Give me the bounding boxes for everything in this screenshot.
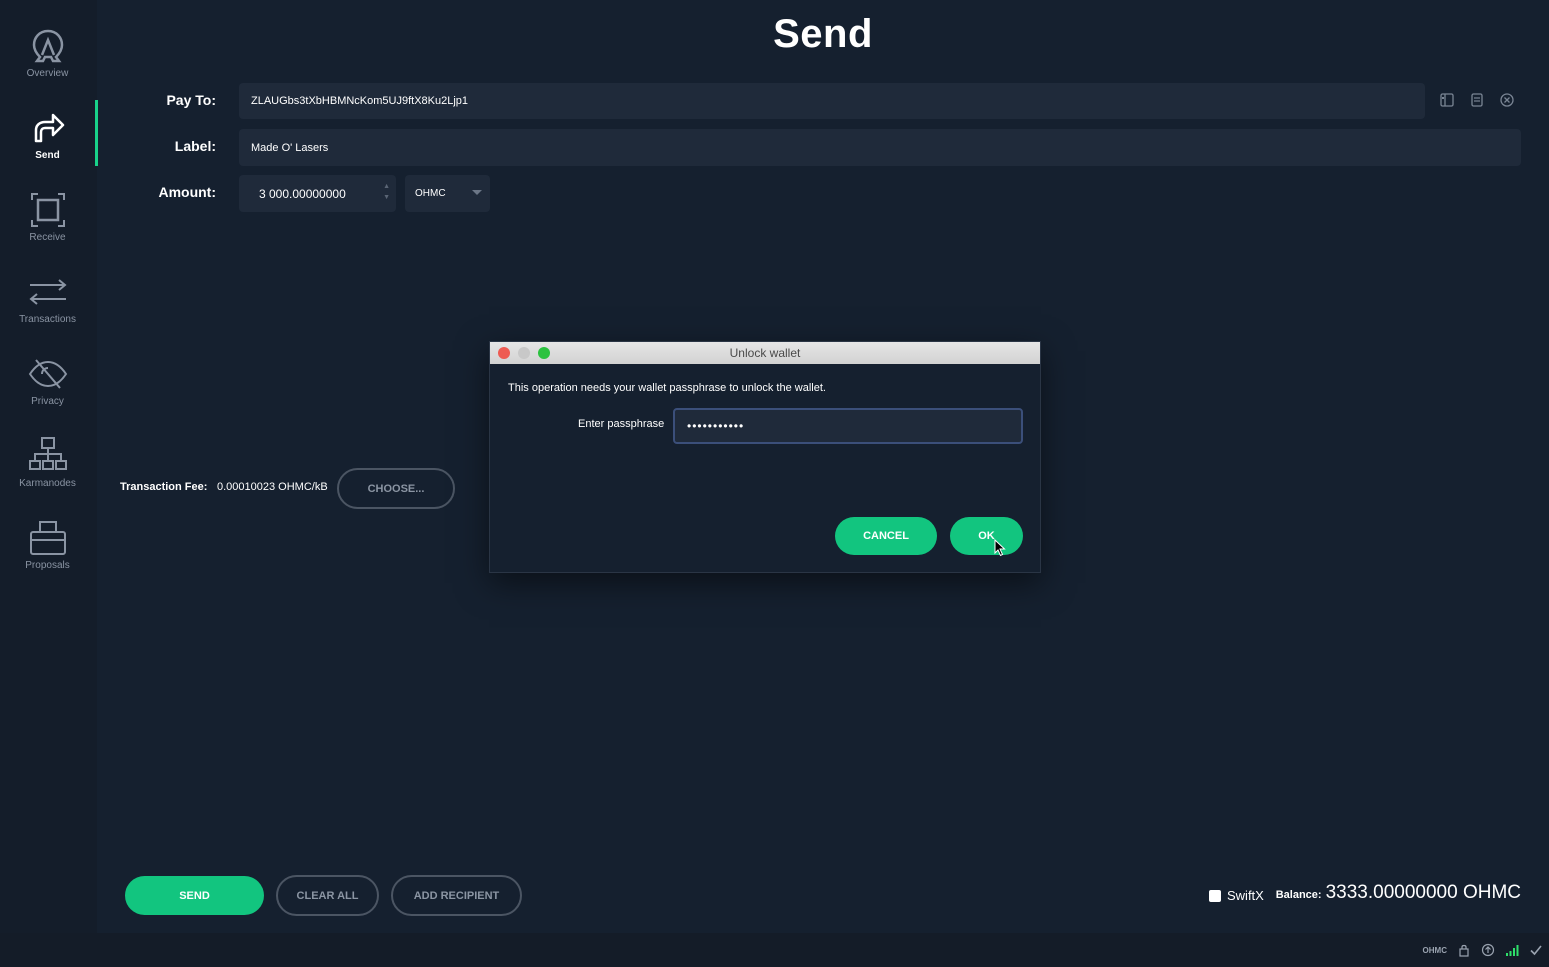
sidebar-item-transactions[interactable]: Transactions — [0, 272, 95, 352]
status-unit[interactable]: OHMC — [1423, 946, 1447, 955]
sidebar-item-label: Privacy — [31, 396, 64, 407]
chevron-down-icon — [472, 190, 482, 195]
stepper-down-icon[interactable]: ▼ — [383, 192, 390, 203]
choose-fee-button[interactable]: CHOOSE... — [337, 468, 455, 509]
amount-value: 3 000.00000000 — [259, 186, 346, 201]
sidebar-item-overview[interactable]: Overview — [0, 26, 95, 106]
sidebar-item-label: Receive — [29, 232, 66, 243]
ok-button[interactable]: OK — [950, 517, 1023, 555]
mouse-cursor-icon — [994, 539, 1006, 557]
cancel-button[interactable]: CANCEL — [835, 517, 937, 555]
receive-frame-icon — [30, 193, 65, 227]
clear-all-button[interactable]: CLEAR ALL — [276, 875, 379, 916]
balance-value: 3333.00000000 OHMC — [1325, 882, 1521, 903]
page-title: Send — [773, 12, 873, 56]
zoom-window-button[interactable] — [538, 347, 550, 359]
unlock-wallet-dialog: Unlock wallet This operation needs your … — [489, 341, 1041, 573]
window-controls — [498, 347, 550, 359]
active-indicator — [95, 100, 98, 166]
address-book-icon[interactable] — [1439, 92, 1455, 108]
label-field-label: Label: — [174, 138, 216, 154]
swiftx-label: SwiftX — [1227, 888, 1264, 903]
sync-check-icon[interactable] — [1529, 943, 1543, 957]
sidebar-item-label: Send — [35, 150, 60, 161]
logo-icon — [32, 29, 63, 63]
network-tree-icon — [28, 437, 67, 470]
sidebar-item-label: Transactions — [19, 314, 76, 325]
unit-value: OHMC — [415, 188, 446, 199]
eye-slash-icon — [28, 359, 67, 389]
sidebar-item-karmanodes[interactable]: Karmanodes — [0, 436, 95, 516]
amount-label: Amount: — [158, 184, 216, 200]
sidebar-item-privacy[interactable]: Privacy — [0, 354, 95, 434]
add-recipient-button[interactable]: ADD RECIPIENT — [391, 875, 522, 916]
send-button[interactable]: SEND — [125, 876, 264, 915]
sidebar-item-label: Proposals — [25, 560, 70, 571]
balance-label: Balance: — [1275, 889, 1322, 901]
unit-select[interactable]: OHMC — [405, 175, 490, 212]
sidebar-item-receive[interactable]: Receive — [0, 190, 95, 270]
sidebar-item-proposals[interactable]: Proposals — [0, 518, 95, 598]
staking-icon[interactable] — [1481, 943, 1495, 957]
swiftx-checkbox[interactable] — [1209, 889, 1221, 902]
dialog-message: This operation needs your wallet passphr… — [508, 382, 826, 394]
status-icons: OHMC — [1423, 943, 1543, 957]
signal-icon[interactable] — [1505, 943, 1519, 957]
dialog-titlebar[interactable]: Unlock wallet — [490, 342, 1040, 364]
sidebar-item-send[interactable]: Send — [0, 108, 95, 188]
minimize-window-button[interactable] — [518, 347, 530, 359]
label-value: Made O' Lasers — [251, 141, 329, 154]
lock-icon[interactable] — [1457, 943, 1471, 957]
clear-icon[interactable] — [1499, 92, 1515, 108]
paste-icon[interactable] — [1469, 92, 1485, 108]
pay-to-label: Pay To: — [166, 92, 216, 108]
amount-input[interactable]: 3 000.00000000 ▲ ▼ — [239, 175, 396, 212]
balance-display: Balance: 3333.00000000 OHMC — [1276, 882, 1521, 904]
address-actions — [1439, 92, 1515, 108]
passphrase-label: Enter passphrase — [578, 418, 665, 430]
label-input[interactable]: Made O' Lasers — [239, 129, 1521, 166]
send-arrow-icon — [34, 113, 64, 143]
sidebar-item-label: Overview — [26, 68, 69, 79]
dialog-title: Unlock wallet — [729, 346, 801, 360]
pay-to-value: ZLAUGbs3tXbHBMNcKom5UJ9ftX8Ku2Ljp1 — [251, 95, 469, 107]
transactions-arrows-icon — [28, 279, 67, 305]
stepper-up-icon[interactable]: ▲ — [383, 181, 390, 192]
ballot-box-icon — [29, 521, 66, 555]
pay-to-input[interactable]: ZLAUGbs3tXbHBMNcKom5UJ9ftX8Ku2Ljp1 — [239, 83, 1425, 119]
status-bar — [0, 933, 1549, 967]
swiftx-toggle[interactable]: SwiftX — [1209, 888, 1264, 903]
fee-value: 0.00010023 OHMC/kB — [217, 481, 328, 493]
passphrase-input[interactable]: ••••••••••• — [673, 408, 1023, 444]
amount-stepper[interactable]: ▲ ▼ — [383, 181, 390, 203]
sidebar-item-label: Karmanodes — [19, 478, 76, 489]
fee-label: Transaction Fee: — [120, 481, 208, 493]
passphrase-value: ••••••••••• — [687, 419, 745, 433]
close-window-button[interactable] — [498, 347, 510, 359]
sidebar: Overview Send Receive Transactions Priva… — [0, 0, 97, 933]
